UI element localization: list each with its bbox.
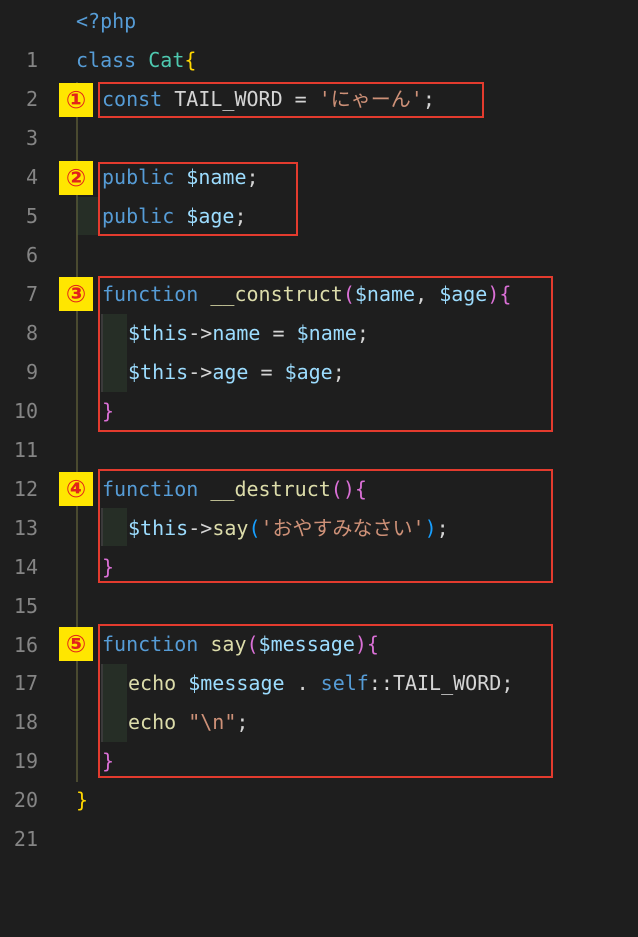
code-line-6[interactable]: 6 public $age; bbox=[0, 197, 638, 267]
annotation-box-1 bbox=[98, 82, 484, 118]
annotation-badge-2: ② bbox=[59, 161, 93, 195]
php-open-tag: <?php bbox=[76, 9, 137, 33]
annotation-box-2 bbox=[98, 162, 298, 236]
annotation-badge-3: ③ bbox=[59, 277, 93, 311]
code-line-5[interactable]: 5 public $name; bbox=[0, 158, 638, 228]
annotation-box-5 bbox=[98, 624, 553, 778]
keyword: class bbox=[76, 48, 137, 72]
code-line-21[interactable]: 21 } bbox=[0, 781, 638, 851]
annotation-box-3 bbox=[98, 276, 553, 432]
brace: { bbox=[184, 48, 197, 72]
code-line-7[interactable]: 7 bbox=[0, 236, 638, 306]
annotation-box-4 bbox=[98, 469, 553, 583]
code-editor[interactable]: 1 <?php 2 class Cat{ 3 const TAIL_WORD =… bbox=[0, 0, 638, 851]
brace: } bbox=[76, 788, 89, 812]
code-line-2[interactable]: 2 class Cat{ bbox=[0, 41, 638, 111]
annotation-badge-5: ⑤ bbox=[59, 627, 93, 661]
annotation-badge-4: ④ bbox=[59, 472, 93, 506]
code-line-12[interactable]: 12 bbox=[0, 431, 638, 501]
code-line-4[interactable]: 4 bbox=[0, 119, 638, 189]
annotation-badge-1: ① bbox=[59, 83, 93, 117]
line-number: 21 bbox=[13, 827, 38, 851]
class-name: Cat bbox=[148, 48, 185, 72]
code-line-1[interactable]: 1 <?php bbox=[0, 2, 638, 72]
code-line-16[interactable]: 16 bbox=[0, 587, 638, 657]
